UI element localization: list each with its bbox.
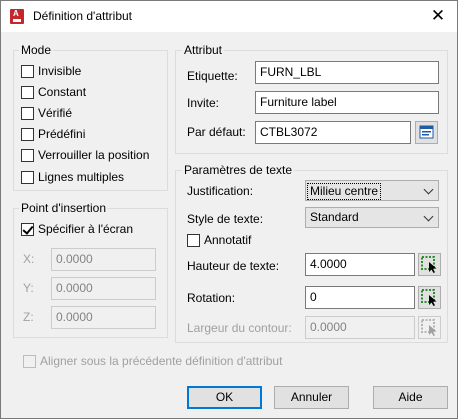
- lock-position-checkbox[interactable]: Verrouiller la position: [21, 148, 149, 162]
- justification-label: Justification:: [187, 184, 254, 198]
- lock-position-checkbox-box[interactable]: [21, 148, 34, 162]
- prompt-label: Invite:: [187, 96, 220, 110]
- text-height-field[interactable]: 4.0000: [305, 253, 415, 276]
- lock-position-label: Verrouiller la position: [38, 148, 150, 162]
- tag-field[interactable]: FURN_LBL: [255, 61, 439, 84]
- insert-field-icon: [419, 125, 434, 139]
- boundary-width-field[interactable]: 0.0000: [305, 316, 415, 339]
- mode-group-label: Mode: [19, 43, 54, 57]
- constant-checkbox-box[interactable]: [21, 85, 34, 99]
- x-field[interactable]: 0.0000: [51, 248, 156, 271]
- x-label: X:: [23, 252, 35, 266]
- preset-label: Prédéfini: [38, 127, 86, 141]
- justification-dropdown[interactable]: Milieu centre: [305, 180, 439, 201]
- attribute-definition-dialog: A Définition d'attribut ✕ Mode Invisible…: [0, 0, 458, 419]
- pick-point-icon: [421, 319, 437, 336]
- constant-checkbox[interactable]: Constant: [21, 85, 86, 99]
- prompt-field[interactable]: Furniture label: [255, 91, 439, 114]
- specify-on-screen-checkbox[interactable]: Spécifier à l'écran: [21, 222, 133, 236]
- rotation-field[interactable]: 0: [305, 286, 415, 309]
- insertion-point-group-label: Point d'insertion: [19, 201, 109, 215]
- ok-button[interactable]: OK: [187, 386, 262, 409]
- pick-rotation-button[interactable]: [418, 286, 441, 309]
- text-style-value: Standard: [310, 210, 359, 224]
- pick-height-button[interactable]: [418, 253, 441, 276]
- text-height-label: Hauteur de texte:: [187, 259, 280, 273]
- text-style-dropdown[interactable]: Standard: [305, 207, 439, 228]
- align-below-checkbox-box[interactable]: [23, 354, 36, 368]
- constant-label: Constant: [38, 85, 87, 99]
- text-settings-group-label: Paramètres de texte: [182, 163, 295, 177]
- preset-checkbox-box[interactable]: [21, 127, 34, 141]
- window-title: Définition d'attribut: [33, 9, 133, 23]
- chevron-down-icon: [423, 211, 434, 222]
- annotative-label: Annotatif: [204, 233, 252, 247]
- align-below-label: Aligner sous la précédente définition d'…: [40, 354, 283, 368]
- annotative-checkbox-box[interactable]: [187, 233, 200, 247]
- preset-checkbox[interactable]: Prédéfini: [21, 127, 85, 141]
- multiple-lines-checkbox-box[interactable]: [21, 170, 34, 184]
- specify-on-screen-checkbox-box[interactable]: [21, 222, 34, 236]
- close-icon[interactable]: ✕: [425, 4, 451, 28]
- chevron-down-icon: [423, 184, 434, 195]
- z-label: Z:: [23, 310, 34, 324]
- tag-label: Etiquette:: [187, 69, 238, 83]
- attribute-group-label: Attribut: [182, 43, 225, 57]
- autocad-app-icon: A: [10, 9, 24, 24]
- y-field[interactable]: 0.0000: [51, 277, 156, 300]
- multiple-lines-label: Lignes multiples: [38, 170, 125, 184]
- justification-value: Milieu centre: [307, 183, 382, 200]
- specify-on-screen-label: Spécifier à l'écran: [38, 222, 134, 236]
- invisible-checkbox[interactable]: Invisible: [21, 64, 81, 78]
- verify-label: Vérifié: [38, 106, 73, 120]
- help-button[interactable]: Aide: [373, 386, 448, 409]
- default-field[interactable]: CTBL3072: [255, 121, 411, 144]
- multiple-lines-checkbox[interactable]: Lignes multiples: [21, 170, 124, 184]
- y-label: Y:: [23, 281, 34, 295]
- rotation-label: Rotation:: [187, 291, 236, 305]
- pick-point-icon: [421, 256, 437, 273]
- title-bar: A Définition d'attribut ✕: [1, 1, 457, 32]
- pick-point-icon: [421, 289, 437, 306]
- insert-field-button[interactable]: [415, 121, 438, 144]
- verify-checkbox[interactable]: Vérifié: [21, 106, 72, 120]
- annotative-checkbox[interactable]: Annotatif: [187, 233, 251, 247]
- verify-checkbox-box[interactable]: [21, 106, 34, 120]
- invisible-checkbox-box[interactable]: [21, 64, 34, 78]
- pick-width-button[interactable]: [418, 316, 441, 339]
- align-below-checkbox[interactable]: Aligner sous la précédente définition d'…: [23, 354, 282, 368]
- boundary-width-label: Largeur du contour:: [187, 321, 292, 335]
- z-field[interactable]: 0.0000: [51, 306, 156, 329]
- default-label: Par défaut:: [187, 125, 246, 139]
- text-style-label: Style de texte:: [187, 212, 264, 226]
- cancel-button[interactable]: Annuler: [274, 386, 349, 409]
- invisible-label: Invisible: [38, 64, 82, 78]
